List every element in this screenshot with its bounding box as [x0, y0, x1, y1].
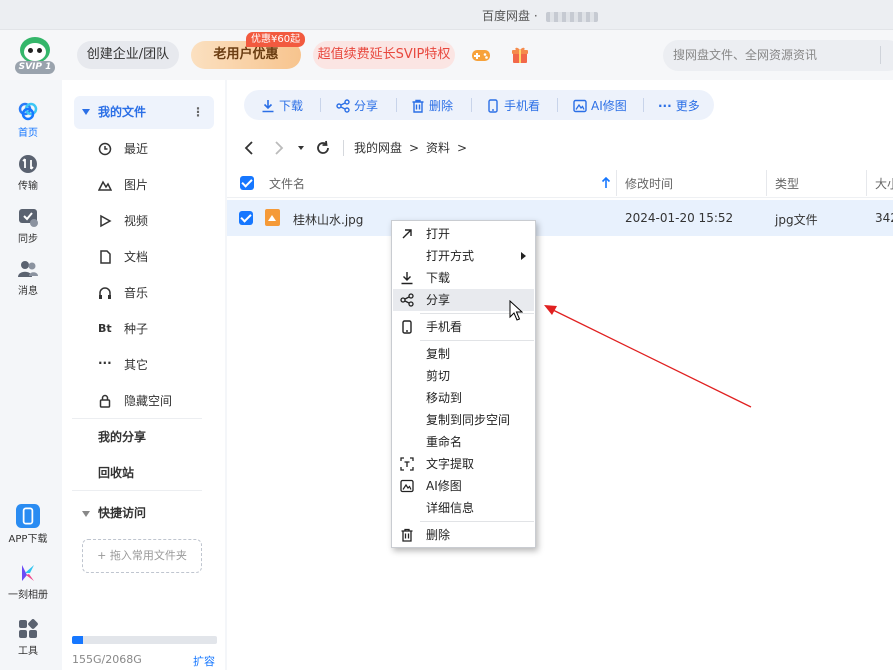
annotation-arrow-head	[544, 305, 557, 315]
annotation-arrow-line	[552, 309, 752, 408]
annotation-arrow	[544, 305, 752, 408]
